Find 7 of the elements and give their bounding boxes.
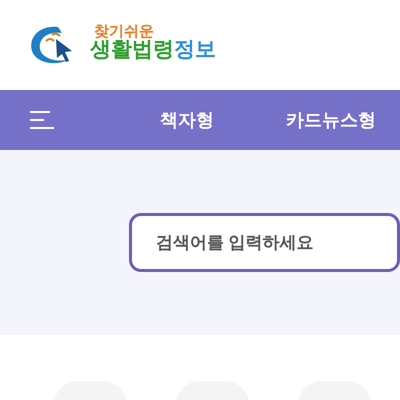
- logo-title: 생활법령: [90, 39, 174, 60]
- search-field[interactable]: 검색어를 입력하세요: [129, 213, 400, 272]
- logo-title: 정보: [174, 39, 216, 60]
- nav-link[interactable]: 책자형: [160, 106, 214, 134]
- menu-button[interactable]: [30, 111, 54, 129]
- logo-tagline: 찾기쉬운: [94, 24, 154, 39]
- nav-link[interactable]: 카드뉴스형: [286, 106, 376, 134]
